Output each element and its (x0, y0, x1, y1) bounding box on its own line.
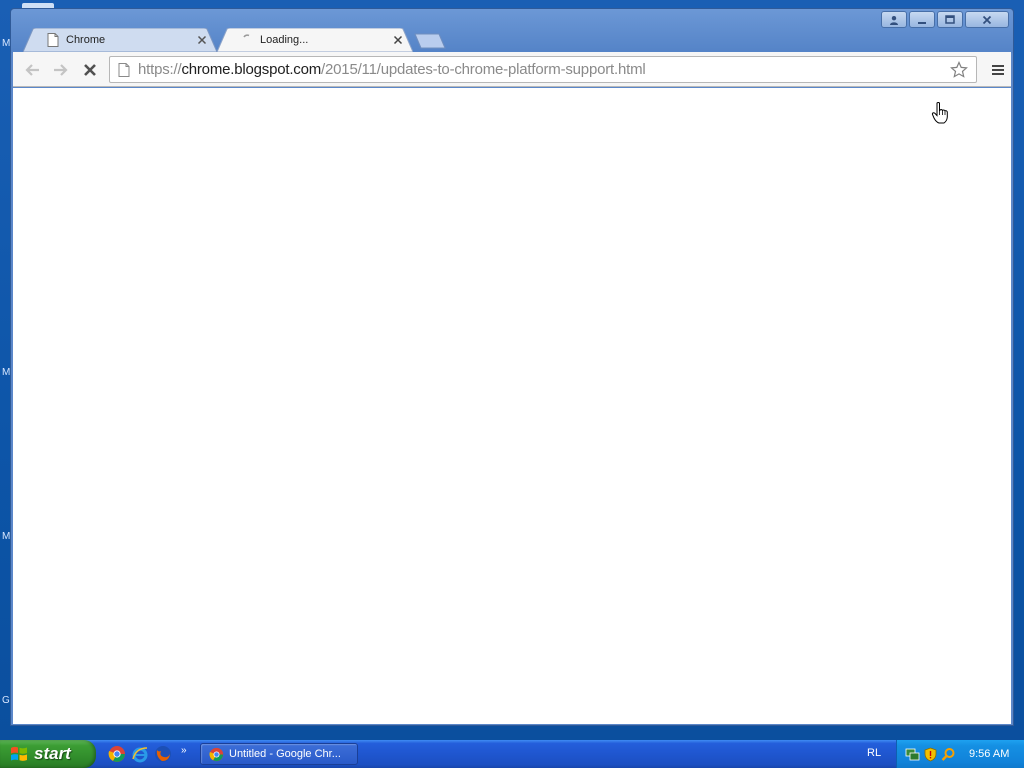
start-label: start (34, 744, 71, 763)
stop-button[interactable] (79, 59, 101, 81)
system-tray: 9:56 AM (896, 740, 1024, 768)
chrome-icon[interactable] (108, 745, 126, 763)
back-arrow-icon (25, 64, 39, 76)
close-button[interactable] (965, 11, 1009, 28)
search-icon[interactable] (941, 747, 956, 762)
windows-logo-icon (11, 746, 27, 761)
url-text[interactable]: https://chrome.blogspot.com/2015/11/upda… (138, 61, 948, 78)
hamburger-menu-icon (992, 65, 1004, 75)
start-button[interactable]: start (0, 740, 96, 768)
taskbar-app-label: Untitled - Google Chr... (229, 748, 341, 760)
browser-toolbar: https://chrome.blogspot.com/2015/11/upda… (13, 52, 1011, 87)
maximize-icon (945, 14, 955, 24)
page-content[interactable] (13, 88, 1011, 724)
hand-cursor-icon (931, 102, 948, 124)
spinner-icon (243, 34, 250, 38)
stop-x-icon (84, 64, 96, 76)
url-path: /2015/11/updates-to-chrome-platform-supp… (321, 61, 646, 78)
chrome-menu-button[interactable] (987, 59, 1009, 81)
close-icon[interactable] (393, 35, 403, 45)
taskbar-app-chrome[interactable]: Untitled - Google Chr... (200, 743, 358, 765)
address-bar[interactable]: https://chrome.blogspot.com/2015/11/upda… (109, 56, 977, 83)
url-host: chrome.blogspot.com (181, 61, 322, 78)
tab-title: Loading... (260, 34, 309, 46)
page-icon (47, 33, 59, 47)
page-icon (118, 62, 130, 77)
person-icon (890, 15, 898, 25)
browser-window: Chrome Loading... https://chrome.blogspo… (10, 8, 1014, 726)
ie-icon[interactable] (131, 745, 149, 763)
firefox-icon[interactable] (154, 745, 172, 763)
language-indicator[interactable]: RL (867, 747, 881, 759)
bookmark-star-button[interactable] (948, 59, 970, 81)
back-button[interactable] (21, 59, 43, 81)
quick-launch-bar: » (108, 745, 187, 763)
forward-arrow-icon (54, 64, 68, 76)
new-tab-button[interactable] (413, 33, 447, 49)
profile-button[interactable] (881, 11, 907, 28)
star-icon (950, 60, 968, 78)
maximize-button[interactable] (937, 11, 963, 28)
forward-button[interactable] (50, 59, 72, 81)
quick-launch-more[interactable]: » (181, 745, 187, 756)
tab-title: Chrome (66, 34, 106, 46)
close-icon (982, 15, 992, 24)
tab-chrome[interactable]: Chrome (23, 28, 217, 52)
taskbar: start » Untitled - Google Chr... RL 9:56… (0, 740, 1024, 768)
security-shield-icon[interactable] (923, 747, 938, 762)
chrome-icon (209, 747, 224, 761)
network-icon[interactable] (905, 747, 920, 762)
window-controls (879, 11, 1009, 28)
system-clock[interactable]: 9:56 AM (969, 748, 1009, 760)
minimize-icon (918, 21, 926, 24)
close-icon[interactable] (197, 35, 207, 45)
tab-loading[interactable]: Loading... (217, 28, 413, 52)
minimize-button[interactable] (909, 11, 935, 28)
url-scheme: https:// (138, 61, 182, 78)
